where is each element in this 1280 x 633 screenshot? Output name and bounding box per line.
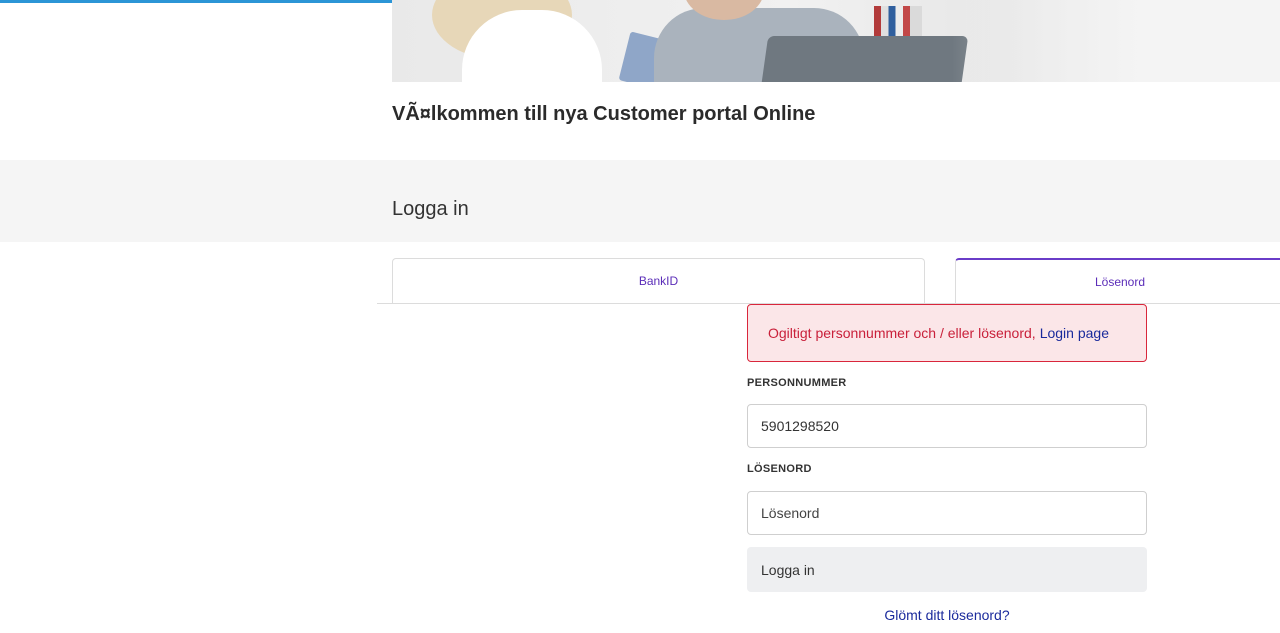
login-button[interactable]: Logga in (747, 547, 1147, 592)
error-message: Ogiltigt personnummer och / eller löseno… (768, 325, 1036, 341)
password-input[interactable] (747, 491, 1147, 535)
welcome-title: VÃ¤lkommen till nya Customer portal Onli… (392, 103, 816, 125)
hero-bookshelf (874, 6, 922, 36)
error-alert: Ogiltigt personnummer och / eller löseno… (747, 304, 1147, 362)
tab-bankid[interactable]: BankID (392, 258, 925, 303)
password-label: LÖSENORD (747, 463, 812, 475)
login-page-link[interactable]: Login page (1040, 325, 1109, 341)
tab-password[interactable]: Lösenord (955, 258, 1280, 303)
login-section-title: Logga in (392, 198, 469, 220)
hero-banner-image (392, 0, 1280, 82)
hero-laptop (759, 36, 969, 82)
forgot-password-link[interactable]: Glömt ditt lösenord? (747, 607, 1147, 623)
hero-fade (952, 0, 1280, 82)
personnummer-input[interactable] (747, 404, 1147, 448)
login-heading-band: Logga in (0, 160, 1280, 242)
personnummer-label: PERSONNUMMER (747, 377, 847, 389)
